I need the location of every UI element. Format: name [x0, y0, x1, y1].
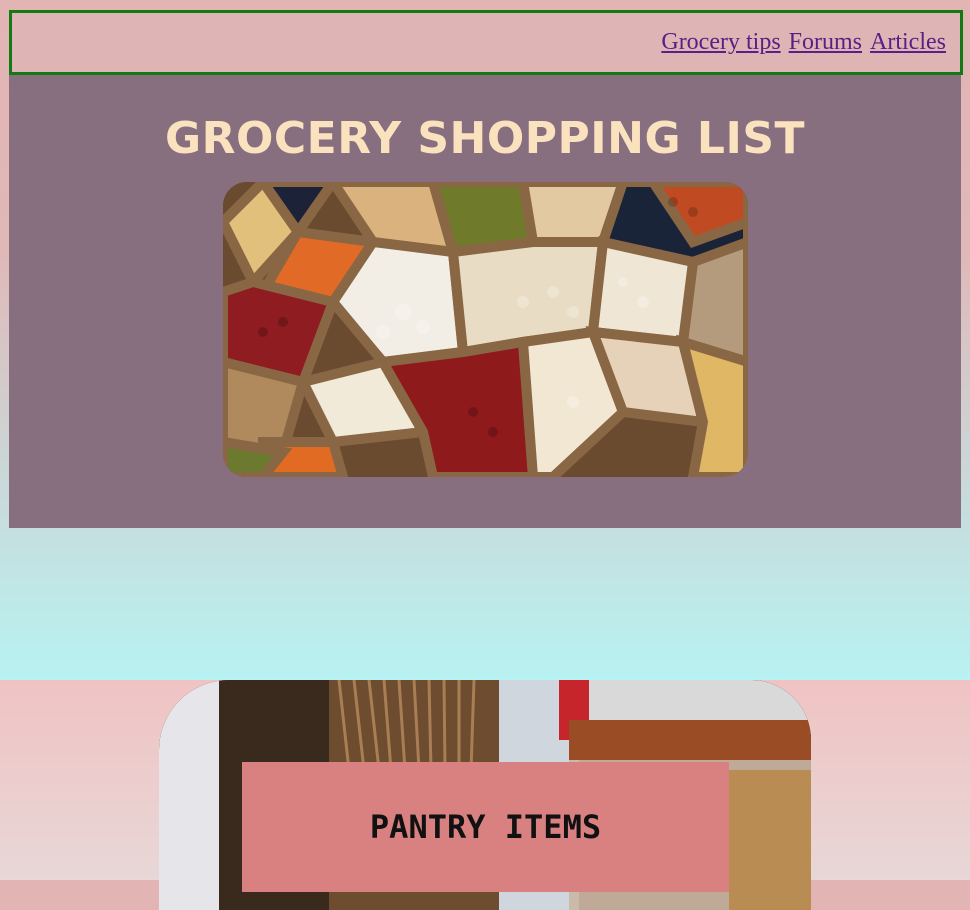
page-title: GROCERY SHOPPING LIST: [164, 113, 806, 164]
top-nav-bar: Grocery tips Forums Articles: [9, 10, 963, 75]
nav-link-grocery-tips[interactable]: Grocery tips: [661, 29, 780, 55]
nav-link-forums[interactable]: Forums: [789, 29, 862, 55]
pantry-title: PANTRY ITEMS: [369, 808, 602, 846]
hero-section: GROCERY SHOPPING LIST: [9, 75, 961, 528]
nav-link-articles[interactable]: Articles: [870, 29, 946, 55]
pantry-title-box: PANTRY ITEMS: [242, 762, 729, 892]
nav-links: Grocery tips Forums Articles: [659, 29, 946, 56]
beans-image: [223, 182, 748, 477]
